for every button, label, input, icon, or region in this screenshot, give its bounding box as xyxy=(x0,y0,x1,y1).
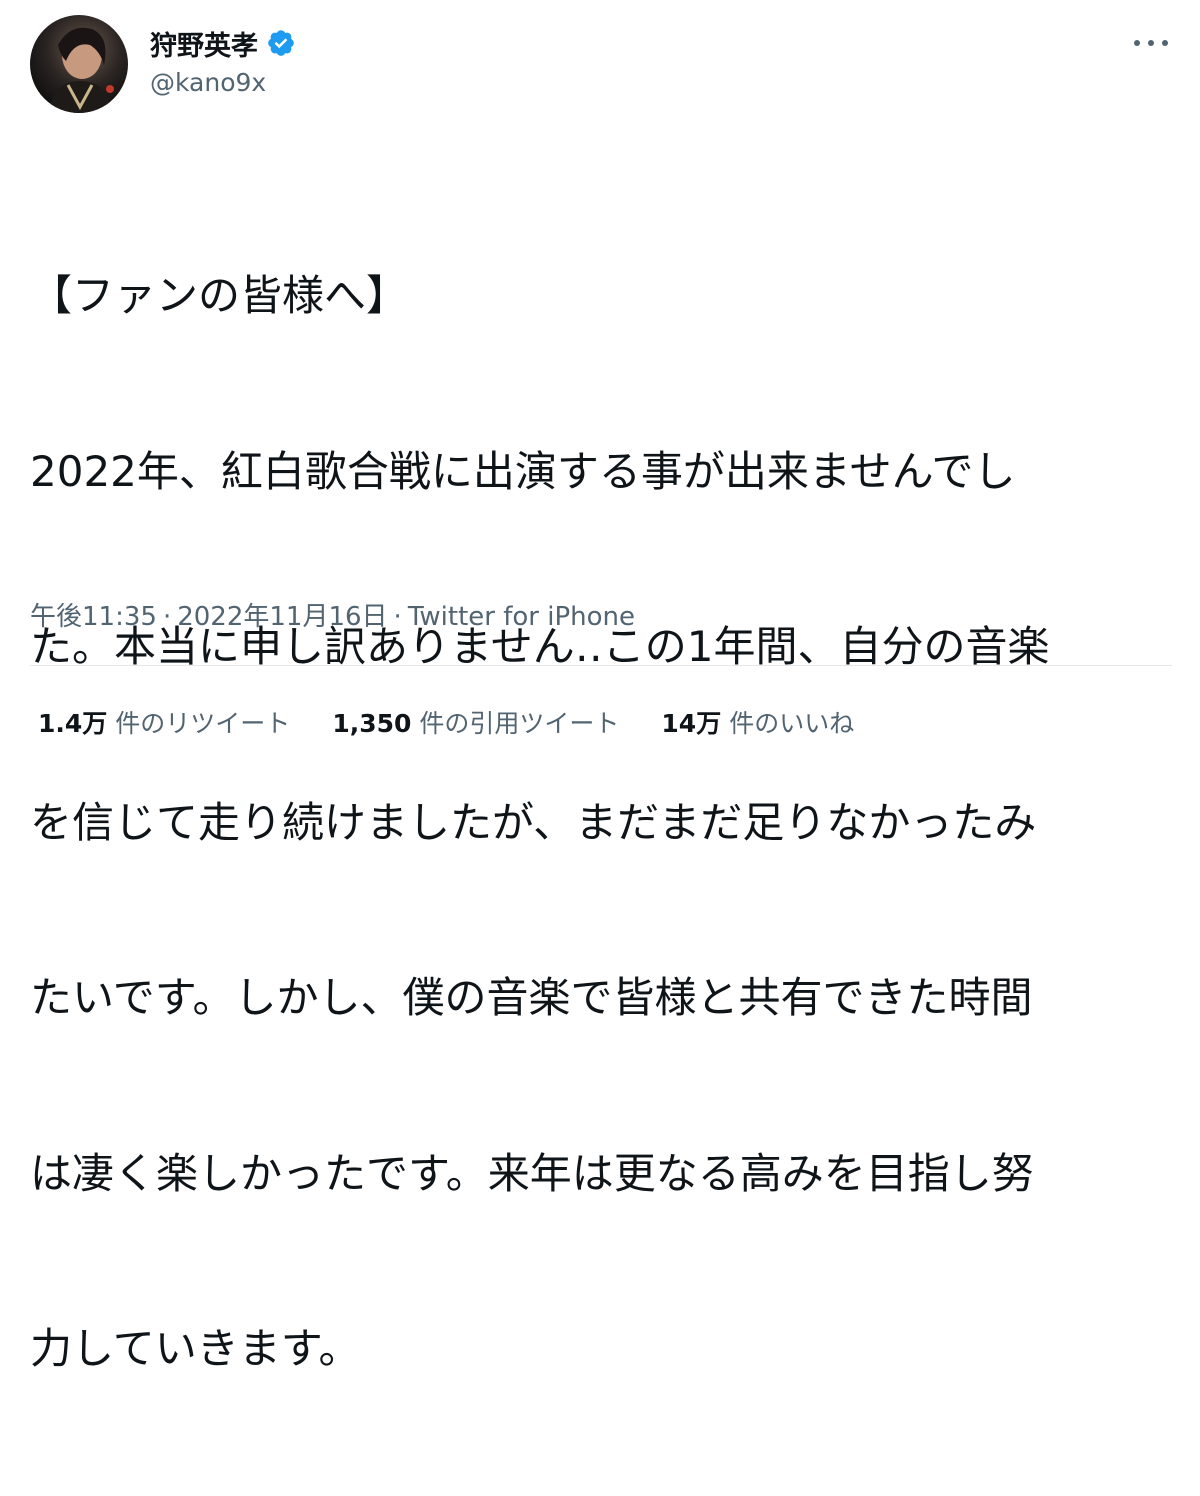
author-info: 狩野英孝 @kano9x xyxy=(150,24,296,97)
tweet-stats: 1.4万 件のリツイート 1,350 件の引用ツイート 14万 件のいいね xyxy=(38,704,896,740)
avatar[interactable] xyxy=(30,15,128,113)
handle[interactable]: @kano9x xyxy=(150,68,296,97)
retweets-label: 件のリツイート xyxy=(115,709,291,738)
tweet-card: 狩野英孝 @kano9x 【ファンの皆様へ】 2022年、紅白歌合戦に出演する事… xyxy=(0,0,1200,1373)
tweet-text-line: は凄く楽しかったです。来年は更なる高みを目指し努 xyxy=(30,1148,1034,1198)
retweets-count: 1.4万 xyxy=(38,709,108,738)
likes-label: 件のいいね xyxy=(729,709,855,738)
tweet-text-line: 【ファンの皆様へ】 xyxy=(30,271,409,320)
likes-count: 14万 xyxy=(661,709,722,738)
divider xyxy=(30,665,1172,666)
avatar-image xyxy=(48,27,114,113)
tweet-date-link[interactable]: 2022年11月16日 xyxy=(177,602,387,632)
tweet-text: 【ファンの皆様へ】 2022年、紅白歌合戦に出演する事が出来ませんでし た。本当… xyxy=(30,150,1180,1496)
verified-badge-icon xyxy=(268,30,294,56)
more-options-icon[interactable] xyxy=(1128,30,1174,56)
tweet-meta: 午後11:35 · 2022年11月16日 · Twitter for iPhone xyxy=(30,596,635,633)
quote-tweets-stat[interactable]: 1,350 件の引用ツイート xyxy=(332,704,619,740)
retweets-stat[interactable]: 1.4万 件のリツイート xyxy=(38,704,290,740)
likes-stat[interactable]: 14万 件のいいね xyxy=(661,704,854,740)
tweet-text-line: たいです。しかし、僕の音楽で皆様と共有できた時間 xyxy=(30,973,1033,1022)
quote-tweets-count: 1,350 xyxy=(332,709,412,738)
quote-tweets-label: 件の引用ツイート xyxy=(419,709,620,738)
tweet-text-line: を信じて走り続けましたが、まだまだ足りなかったみ xyxy=(30,797,1037,847)
tweet-text-line: 力していきます。 xyxy=(30,1324,361,1373)
name-row: 狩野英孝 xyxy=(150,24,296,62)
tweet-source-link[interactable]: Twitter for iPhone xyxy=(408,602,635,632)
display-name[interactable]: 狩野英孝 xyxy=(150,24,258,63)
meta-separator: · xyxy=(162,602,172,632)
tweet-time-link[interactable]: 午後11:35 xyxy=(30,602,157,632)
meta-separator: · xyxy=(393,602,402,632)
tweet-text-line: 2022年、紅白歌合戦に出演する事が出来ませんでし xyxy=(30,446,1016,496)
